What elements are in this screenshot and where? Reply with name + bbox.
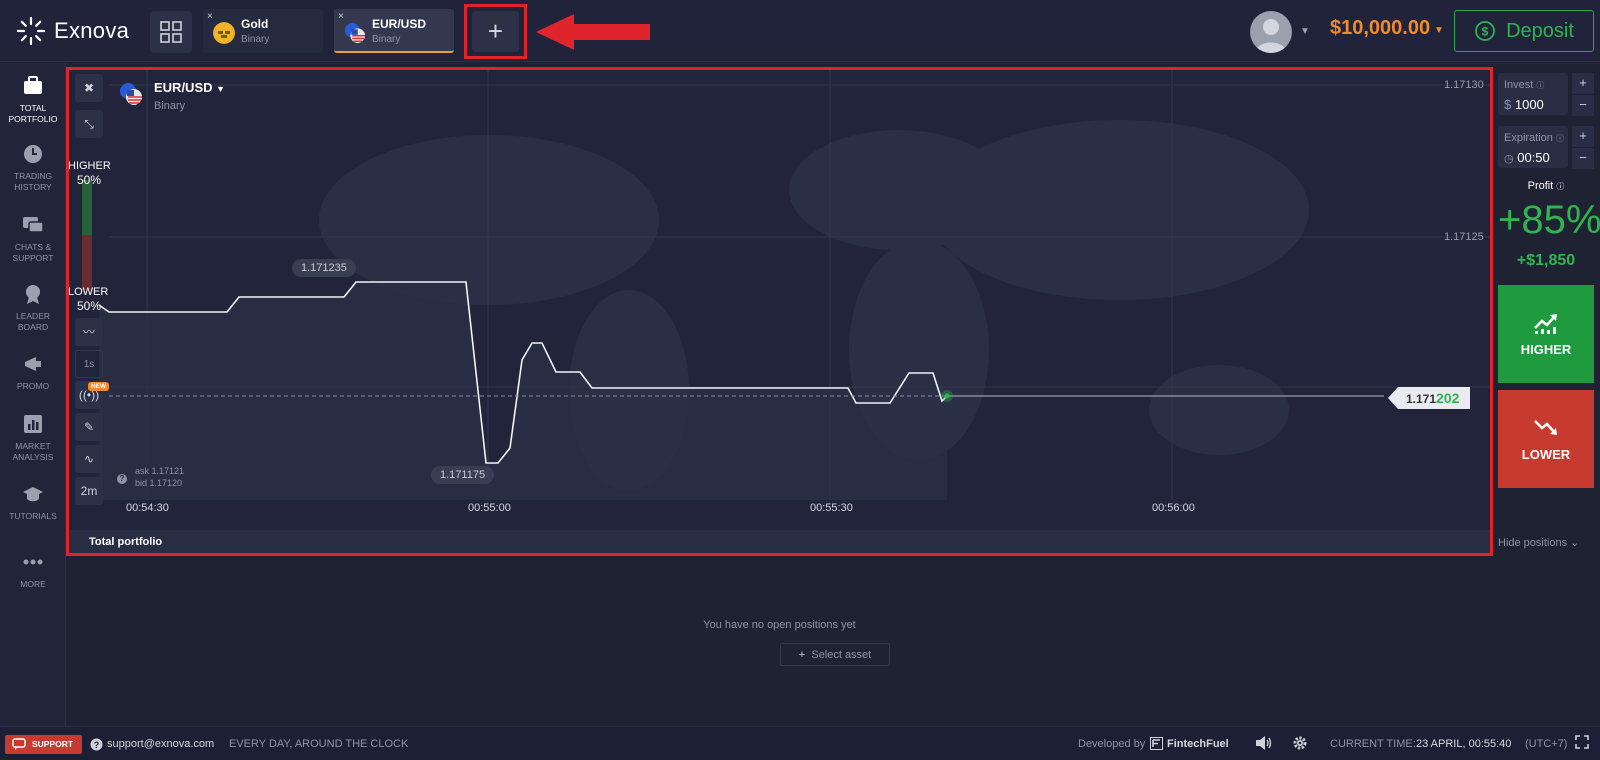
plus-icon: + xyxy=(798,649,806,661)
profit-label: Profit ⓘ xyxy=(1527,180,1565,192)
sidebar-item-label: TUTORIALS xyxy=(9,511,57,521)
sidebar-item-total-portfolio[interactable]: TOTAL PORTFOLIO xyxy=(0,75,66,125)
hide-positions-button[interactable]: Hide positions ⌄ xyxy=(1498,536,1579,549)
volume-icon[interactable] xyxy=(1255,735,1273,754)
help-icon: ? xyxy=(90,738,103,754)
avatar[interactable] xyxy=(1250,11,1292,53)
megaphone-icon xyxy=(25,357,41,371)
medal-icon xyxy=(26,285,40,304)
logo-mark-icon xyxy=(16,16,46,46)
tab-name: Gold xyxy=(241,17,269,31)
footer: SUPPORT ? support@exnova.com EVERY DAY, … xyxy=(0,726,1600,760)
sidebar-item-tutorials[interactable]: TUTORIALS xyxy=(0,483,66,522)
clock-icon xyxy=(24,145,42,163)
user-icon xyxy=(1255,19,1287,53)
trend-up-icon xyxy=(1534,314,1557,334)
graduation-cap-icon xyxy=(23,487,43,502)
svg-text:$: $ xyxy=(1482,25,1489,39)
chevron-down-icon[interactable]: ▼ xyxy=(1300,26,1310,37)
expiration-plus-button[interactable]: + xyxy=(1572,126,1594,147)
invest-label: Invest ⓘ xyxy=(1504,79,1545,91)
lower-button[interactable]: LOWER xyxy=(1498,390,1594,488)
logo-text: Exnova xyxy=(54,18,130,43)
support-email[interactable]: support@exnova.com xyxy=(107,738,214,750)
sidebar-item-label: TRADING HISTORY xyxy=(13,171,53,192)
bar-chart-icon xyxy=(24,415,42,433)
invest-plus-button[interactable]: + xyxy=(1572,73,1594,94)
sidebar-item-more[interactable]: MORE xyxy=(0,551,66,590)
add-tab-button[interactable]: + xyxy=(472,11,519,52)
tab-sub: Binary xyxy=(372,34,401,45)
sidebar-item-label: MARKET ANALYSIS xyxy=(12,441,54,462)
chart-highlight xyxy=(66,67,1493,556)
chat-icon xyxy=(23,217,44,233)
support-hours: EVERY DAY, AROUND THE CLOCK xyxy=(229,738,409,750)
developer-name[interactable]: FintechFuel xyxy=(1167,738,1229,750)
sidebar-item-market-analysis[interactable]: MARKET ANALYSIS xyxy=(0,413,66,463)
support-button[interactable]: SUPPORT xyxy=(5,735,82,754)
expiration-field[interactable]: Expiration ⓘ ◷ 00:50 xyxy=(1498,126,1568,168)
invest-minus-button[interactable]: − xyxy=(1572,95,1594,116)
assets-grid-button[interactable] xyxy=(150,11,192,53)
developed-by-label: Developed by xyxy=(1078,738,1146,750)
tab-eur-usd[interactable]: × EUR/USD Binary xyxy=(334,9,454,53)
tab-close-icon[interactable]: × xyxy=(338,11,344,22)
red-arrow-icon xyxy=(536,14,650,50)
sidebar-item-label: TOTAL PORTFOLIO xyxy=(8,103,58,124)
sidebar-item-trading-history[interactable]: TRADING HISTORY xyxy=(0,143,66,193)
logo[interactable]: Exnova xyxy=(16,15,129,47)
chevron-down-icon[interactable]: ▼ xyxy=(1434,25,1444,36)
fintechfuel-logo-icon xyxy=(1150,737,1163,753)
sidebar-item-chats-support[interactable]: CHATS & SUPPORT xyxy=(0,214,66,264)
current-time-label: CURRENT TIME: xyxy=(1330,738,1416,750)
sidebar-item-promo[interactable]: PROMO xyxy=(0,353,66,392)
tab-close-icon[interactable]: × xyxy=(207,11,213,22)
expiration-minus-button[interactable]: − xyxy=(1572,148,1594,169)
invest-value: $ 1000 xyxy=(1504,97,1544,112)
currency-symbol: $ xyxy=(1504,97,1512,112)
trend-down-icon xyxy=(1534,420,1557,435)
current-time-value: 23 APRIL, 00:55:40 xyxy=(1416,738,1512,750)
help-icon[interactable]: ⓘ xyxy=(1536,81,1544,90)
profit-amount: +$1,850 xyxy=(1516,252,1576,269)
tab-sub: Binary xyxy=(241,34,270,45)
higher-button-label: HIGHER xyxy=(1520,342,1572,357)
no-positions-message: You have no open positions yet xyxy=(703,619,856,631)
deposit-label: Deposit xyxy=(1506,19,1574,42)
sidebar-item-leader-board[interactable]: LEADER BOARD xyxy=(0,283,66,333)
help-icon[interactable]: ⓘ xyxy=(1556,182,1564,191)
higher-button[interactable]: HIGHER xyxy=(1498,285,1594,383)
balance[interactable]: $10,000.00 xyxy=(1330,17,1430,40)
gold-asset-icon xyxy=(213,22,235,44)
sidebar-item-label: CHATS & SUPPORT xyxy=(12,242,54,263)
sidebar-item-label: MORE xyxy=(20,579,46,589)
sidebar-item-label: LEADER BOARD xyxy=(15,311,50,332)
expiration-label: Expiration ⓘ xyxy=(1504,132,1564,144)
deposit-button[interactable]: $ Deposit xyxy=(1454,10,1594,52)
eur-usd-flag-icon xyxy=(344,22,366,44)
tab-name: EUR/USD xyxy=(372,17,427,31)
expiration-value: ◷ 00:50 xyxy=(1504,150,1550,165)
timezone: (UTC+7) xyxy=(1525,738,1568,750)
briefcase-icon xyxy=(24,76,42,94)
deposit-icon: $ xyxy=(1475,21,1495,41)
tab-gold[interactable]: × Gold Binary xyxy=(203,9,323,53)
invest-field[interactable]: Invest ⓘ $ 1000 xyxy=(1498,73,1568,115)
help-icon[interactable]: ⓘ xyxy=(1556,134,1564,143)
grid-icon xyxy=(160,21,182,43)
dots-icon xyxy=(23,559,43,565)
svg-text:?: ? xyxy=(94,740,100,750)
chat-icon xyxy=(12,738,26,750)
gear-icon[interactable] xyxy=(1292,735,1308,754)
select-asset-button[interactable]: + Select asset xyxy=(780,643,890,666)
chevron-down-icon: ⌄ xyxy=(1570,537,1580,549)
sidebar-item-label: PROMO xyxy=(16,381,50,391)
profit-percent: +85% xyxy=(1498,198,1600,242)
fullscreen-icon[interactable] xyxy=(1575,735,1589,752)
lower-button-label: LOWER xyxy=(1521,447,1571,462)
left-sidebar: TOTAL PORTFOLIO TRADING HISTORY CHATS & … xyxy=(0,63,66,726)
top-bar: Exnova × Gold Binary × EUR/USD Binary + xyxy=(0,0,1600,62)
clock-icon: ◷ xyxy=(1504,153,1514,165)
